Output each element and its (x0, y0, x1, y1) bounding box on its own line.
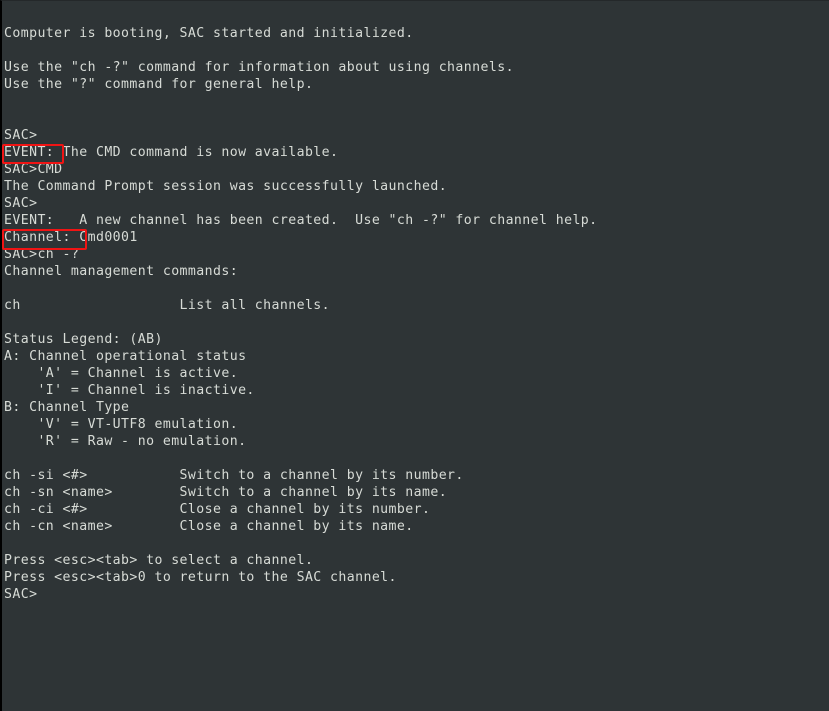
console-line: EVENT: A new channel has been created. U… (4, 213, 598, 228)
console-line: Channel: Cmd0001 (4, 230, 138, 245)
console-line: 'I' = Channel is inactive. (4, 383, 255, 398)
console-line: 'V' = VT-UTF8 emulation. (4, 417, 239, 432)
console-line: Press <esc><tab>0 to return to the SAC c… (4, 570, 397, 585)
console-line: Channel management commands: (4, 264, 239, 279)
console-line: ch -ci <#> Close a channel by its number… (4, 502, 431, 517)
console-line: ch -cn <name> Close a channel by its nam… (4, 519, 414, 534)
console-line: ch -sn <name> Switch to a channel by its… (4, 485, 448, 500)
console-line: The Command Prompt session was successfu… (4, 179, 448, 194)
console-line: SAC> (4, 587, 38, 602)
console-line: A: Channel operational status (4, 349, 247, 364)
console-line: ch List all channels. (4, 298, 331, 313)
console-output: Computer is booting, SAC started and ini… (4, 25, 829, 603)
console-line: Press <esc><tab> to select a channel. (4, 553, 314, 568)
console-line: Status Legend: (AB) (4, 332, 163, 347)
console-line: 'A' = Channel is active. (4, 366, 239, 381)
console-line: SAC> (4, 196, 38, 211)
console-line: SAC>ch -? (4, 247, 80, 262)
console-line: SAC>CMD (4, 162, 63, 177)
console-line: ch -si <#> Switch to a channel by its nu… (4, 468, 464, 483)
console-line: 'R' = Raw - no emulation. (4, 434, 247, 449)
console-line: Computer is booting, SAC started and ini… (4, 26, 414, 41)
console-line: Use the "ch -?" command for information … (4, 60, 514, 75)
console-line: EVENT: The CMD command is now available. (4, 145, 339, 160)
console-line: SAC> (4, 128, 38, 143)
console-line: B: Channel Type (4, 400, 130, 415)
sac-console-terminal[interactable]: Computer is booting, SAC started and ini… (0, 0, 829, 711)
console-line: Use the "?" command for general help. (4, 77, 314, 92)
